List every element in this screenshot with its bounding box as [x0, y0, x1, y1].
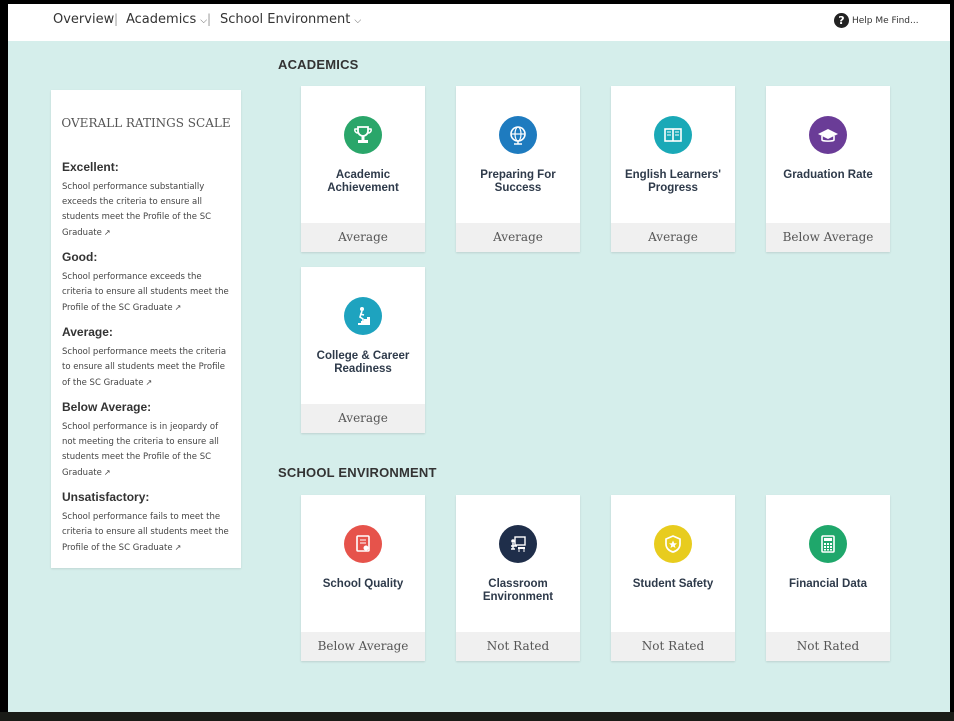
trophy-icon	[344, 116, 382, 154]
card-label: Preparing For Success	[480, 169, 556, 194]
card-label: Financial Data	[789, 578, 867, 590]
card-student-safety[interactable]: Student Safety Not Rated	[611, 495, 735, 661]
rating-level-desc: School performance fails to meet the cri…	[62, 510, 234, 556]
card-financial-data[interactable]: Financial Data Not Rated	[766, 495, 890, 661]
external-link-icon[interactable]: ↗	[145, 378, 152, 387]
external-link-icon[interactable]: ↗	[104, 468, 111, 477]
card-rating: Average	[611, 223, 735, 252]
rating-level-excellent: Excellent: School performance substantia…	[62, 160, 234, 241]
book-icon	[654, 116, 692, 154]
rating-level-desc-text: School performance is in jeopardy of not…	[62, 422, 219, 478]
rating-level-good: Good: School performance exceeds the cri…	[62, 250, 234, 316]
card-school-quality[interactable]: School Quality Below Average	[301, 495, 425, 661]
card-rating: Average	[301, 404, 425, 433]
card-label: School Quality	[322, 578, 404, 590]
top-nav: Overview | Academics ⌵ | School Environme…	[8, 4, 950, 41]
certificate-icon	[344, 525, 382, 563]
graduation-cap-icon	[809, 116, 847, 154]
bottom-bar	[0, 712, 954, 721]
rating-level-desc-text: School performance fails to meet the cri…	[62, 512, 229, 553]
card-label: Academic Achievement	[327, 169, 399, 194]
nav-academics-label: Academics	[126, 12, 197, 27]
globe-icon	[499, 116, 537, 154]
rating-level-title: Below Average:	[62, 400, 152, 414]
rating-level-average: Average: School performance meets the cr…	[62, 325, 234, 391]
external-link-icon[interactable]: ↗	[175, 543, 182, 552]
card-college-career-readiness[interactable]: College & Career Readiness Average	[301, 267, 425, 433]
nav-academics[interactable]: Academics ⌵	[126, 12, 207, 27]
card-english-learners-progress[interactable]: English Learners' Progress Average	[611, 86, 735, 252]
nav-overview[interactable]: Overview	[53, 12, 114, 27]
nav-separator: |	[207, 12, 212, 26]
card-rating: Not Rated	[611, 632, 735, 661]
card-rating: Not Rated	[456, 632, 580, 661]
academics-section-title: ACADEMICS	[278, 57, 359, 72]
card-academic-achievement[interactable]: Academic Achievement Average	[301, 86, 425, 252]
shield-icon	[654, 525, 692, 563]
card-rating: Average	[301, 223, 425, 252]
rating-level-title: Excellent:	[62, 160, 119, 174]
card-label: Student Safety	[632, 578, 714, 590]
rating-level-desc-text: School performance substantially exceeds…	[62, 182, 212, 238]
nav-school-environment[interactable]: School Environment ⌵	[220, 12, 361, 27]
card-graduation-rate[interactable]: Graduation Rate Below Average	[766, 86, 890, 252]
rating-level-desc: School performance exceeds the criteria …	[62, 270, 234, 316]
help-label: Help Me Find...	[852, 15, 919, 26]
rating-level-below-average: Below Average: School performance is in …	[62, 400, 234, 481]
school-environment-section-title: SCHOOL ENVIRONMENT	[278, 465, 437, 480]
rating-level-desc: School performance substantially exceeds…	[62, 180, 234, 241]
ratings-scale-title: OVERALL RATINGS SCALE	[61, 116, 231, 130]
rating-level-unsatisfactory: Unsatisfactory: School performance fails…	[62, 490, 234, 556]
ratings-scale-panel: OVERALL RATINGS SCALE Excellent: School …	[51, 90, 241, 568]
card-label: Graduation Rate	[783, 169, 873, 181]
rating-level-desc: School performance is in jeopardy of not…	[62, 420, 234, 481]
rating-level-desc-text: School performance exceeds the criteria …	[62, 272, 229, 313]
rating-level-title: Average:	[62, 325, 113, 339]
chevron-down-icon: ⌵	[354, 16, 362, 26]
card-rating: Below Average	[766, 223, 890, 252]
climbing-stairs-icon	[344, 297, 382, 335]
nav-separator: |	[114, 12, 119, 26]
rating-level-title: Unsatisfactory:	[62, 490, 150, 504]
card-rating: Not Rated	[766, 632, 890, 661]
classroom-icon	[499, 525, 537, 563]
page-frame: Overview | Academics ⌵ | School Environme…	[8, 4, 950, 712]
external-link-icon[interactable]: ↗	[104, 228, 111, 237]
card-label: English Learners' Progress	[624, 169, 722, 194]
card-label: Classroom Environment	[482, 578, 554, 603]
card-label: College & Career Readiness	[316, 350, 410, 375]
help-me-find-link[interactable]: ? Help Me Find...	[834, 13, 919, 28]
help-icon: ?	[834, 13, 849, 28]
card-rating: Average	[456, 223, 580, 252]
rating-level-title: Good:	[62, 250, 98, 264]
card-classroom-environment[interactable]: Classroom Environment Not Rated	[456, 495, 580, 661]
card-rating: Below Average	[301, 632, 425, 661]
card-preparing-for-success[interactable]: Preparing For Success Average	[456, 86, 580, 252]
external-link-icon[interactable]: ↗	[175, 303, 182, 312]
calculator-icon	[809, 525, 847, 563]
nav-school-environment-label: School Environment	[220, 12, 351, 27]
rating-level-desc: School performance meets the criteria to…	[62, 345, 234, 391]
